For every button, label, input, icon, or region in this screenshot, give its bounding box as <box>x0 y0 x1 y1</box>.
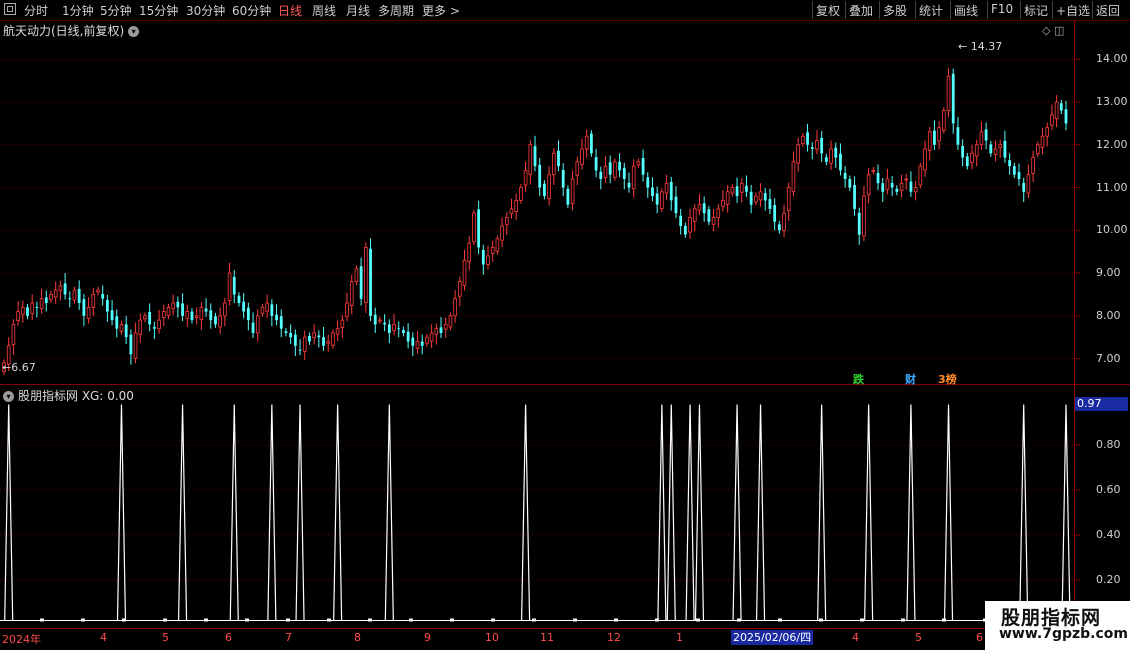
date-axis-label: 1 <box>676 631 683 644</box>
indicator-marker <box>614 618 618 622</box>
chevron-down-icon[interactable]: ▾ <box>128 26 140 37</box>
indicator-spike <box>817 404 827 621</box>
date-axis-label: 7 <box>285 631 292 644</box>
chevron-down-icon[interactable]: ▾ <box>3 391 14 402</box>
indicator-marker <box>819 618 823 622</box>
indicator-axis-label: 0.20 <box>1096 573 1121 586</box>
date-axis-label: 12 <box>607 631 621 644</box>
indicator-spike <box>685 404 695 621</box>
indicator-marker <box>737 618 741 622</box>
badge-fall[interactable]: 跌 <box>853 371 864 387</box>
indicator-axis-label: 0.80 <box>1096 438 1121 451</box>
indicator-spike <box>1061 404 1071 621</box>
price-axis-label: 12.00 <box>1096 137 1128 151</box>
watermark-url: www.7gpzb.com <box>999 626 1129 642</box>
indicator-marker <box>81 618 85 622</box>
indicator-marker <box>409 618 413 622</box>
indicator-marker <box>696 618 700 622</box>
indicator-spike <box>116 404 127 621</box>
date-axis-label: 4 <box>100 631 107 644</box>
date-axis-label: 10 <box>485 631 499 644</box>
price-axis-label: 10.00 <box>1096 223 1128 237</box>
indicator-marker <box>122 618 126 622</box>
indicator-plot <box>0 404 1074 622</box>
low-price-value: 6.67 <box>11 361 36 374</box>
indicator-marker <box>327 618 331 622</box>
cursor-date-label: 2025/02/06/四 <box>731 630 814 645</box>
indicator-marker <box>245 618 249 622</box>
indicator-title-text: 股朋指标网 XG: 0.00 <box>18 389 134 403</box>
high-price-label: ← 14.37 <box>958 40 1003 53</box>
indicator-spike <box>4 404 14 621</box>
indicator-marker <box>286 618 290 622</box>
indicator-marker <box>655 618 659 622</box>
indicator-spike <box>229 404 239 621</box>
indicator-axis-label: 0.60 <box>1096 483 1121 496</box>
indicator-spike <box>864 404 874 621</box>
indicator-marker <box>942 618 946 622</box>
chart-title-text: 航天动力(日线,前复权) <box>3 24 125 38</box>
indicator-marker <box>163 618 167 622</box>
indicator-marker <box>860 618 864 622</box>
watermark: 股朋指标网 www.7gpzb.com <box>985 601 1130 650</box>
price-axis-label: 11.00 <box>1096 180 1128 194</box>
date-axis-label: 5 <box>915 631 922 644</box>
indicator-spike <box>666 404 676 621</box>
indicator-spike <box>694 404 705 621</box>
indicator-spike <box>1019 404 1029 621</box>
indicator-axis-label: 0.40 <box>1096 528 1121 541</box>
date-axis-label: 5 <box>162 631 169 644</box>
indicator-marker <box>491 618 495 622</box>
price-axis-label: 14.00 <box>1096 52 1128 66</box>
price-axis-label: 7.00 <box>1096 351 1121 365</box>
date-axis-label: 2024年 <box>2 633 41 646</box>
indicator-spike <box>657 404 667 621</box>
date-axis-label: 8 <box>354 631 361 644</box>
date-axis-label: 6 <box>225 631 232 644</box>
indicator-current-value: 0.97 <box>1075 397 1128 411</box>
indicator-marker <box>450 618 454 622</box>
badge-finance[interactable]: 财 <box>905 371 916 387</box>
date-axis-label: 4 <box>852 631 859 644</box>
indicator-marker <box>778 618 782 622</box>
indicator-marker <box>204 618 208 622</box>
indicator-spike <box>267 404 277 621</box>
indicator-title: ▾ 股朋指标网 XG: 0.00 <box>3 387 134 404</box>
low-price-label: ←6.67 <box>2 361 36 374</box>
price-axis-label: 13.00 <box>1096 94 1128 108</box>
indicator-spike <box>384 404 394 621</box>
price-axis-label: 8.00 <box>1096 308 1121 322</box>
indicator-marker <box>573 618 577 622</box>
date-axis-label: 9 <box>424 631 431 644</box>
panel-toggle-icon[interactable]: ◫ <box>1054 24 1064 37</box>
indicator-spike <box>333 404 343 621</box>
indicator-marker <box>368 618 372 622</box>
chart-corner-icons: ◇ ◫ <box>1042 24 1064 37</box>
indicator-spike <box>732 404 742 621</box>
date-axis-label: 11 <box>540 631 554 644</box>
indicator-marker <box>901 618 905 622</box>
diamond-icon[interactable]: ◇ <box>1042 24 1050 37</box>
price-axis-label: 9.00 <box>1096 266 1121 280</box>
indicator-spike <box>755 404 766 621</box>
indicator-spike <box>521 404 531 621</box>
chart-title: 航天动力(日线,前复权) ▾ <box>3 22 140 39</box>
indicator-spike <box>943 404 954 621</box>
high-price-value: 14.37 <box>970 40 1003 53</box>
indicator-spike <box>177 404 188 621</box>
indicator-marker <box>532 618 536 622</box>
indicator-spike <box>906 404 916 621</box>
indicator-marker <box>40 618 44 622</box>
badge-rank[interactable]: 3榜 <box>938 371 957 387</box>
indicator-spike <box>295 404 305 621</box>
date-axis-label: 6 <box>976 631 983 644</box>
